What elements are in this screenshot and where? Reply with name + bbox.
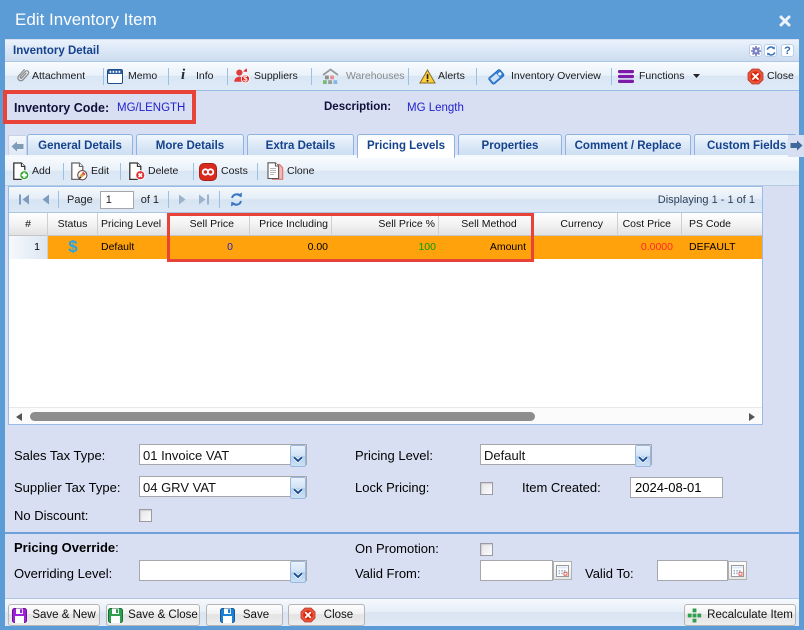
svg-text:$: $: [243, 75, 248, 84]
